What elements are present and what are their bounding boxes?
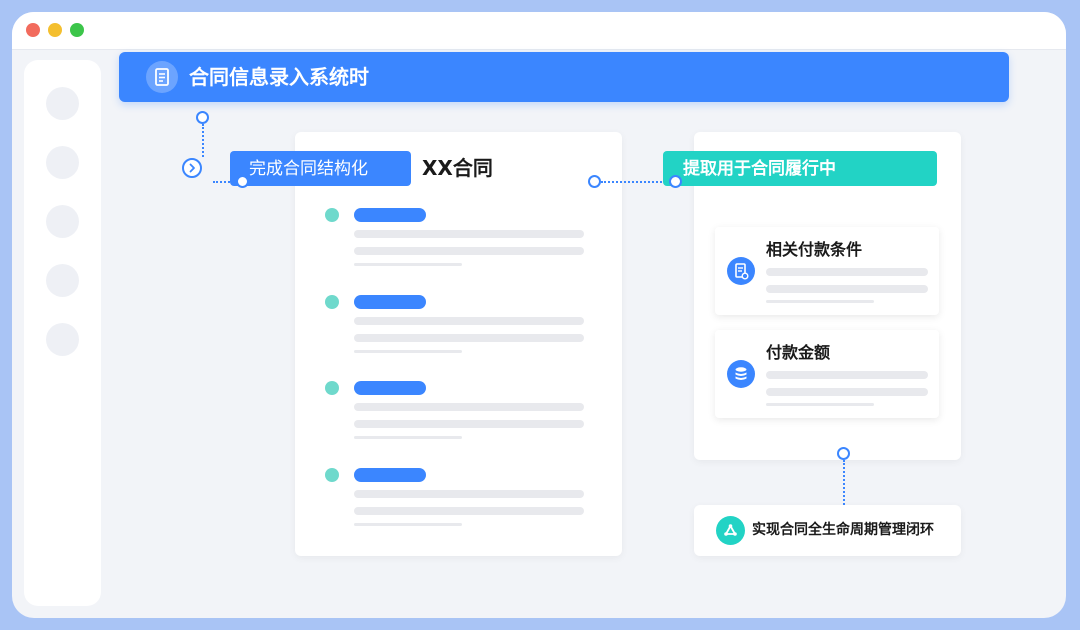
text-line-placeholder xyxy=(766,371,928,379)
maximize-window-button[interactable] xyxy=(70,23,84,37)
header-banner: 合同信息录入系统时 xyxy=(119,52,1009,102)
text-line-placeholder xyxy=(354,436,462,439)
section-marker xyxy=(325,381,339,395)
text-line-placeholder xyxy=(354,490,584,498)
section-heading-placeholder xyxy=(354,468,426,482)
sidebar-item[interactable] xyxy=(46,205,79,238)
sidebar-item[interactable] xyxy=(46,323,79,356)
sidebar-item[interactable] xyxy=(46,146,79,179)
banner-title: 合同信息录入系统时 xyxy=(189,65,369,89)
text-line-placeholder xyxy=(766,388,928,396)
payment-amount-title: 付款金额 xyxy=(766,343,831,362)
section-marker xyxy=(325,208,339,222)
structure-tag: 完成合同结构化 xyxy=(230,151,411,186)
chevron-right-icon xyxy=(189,163,195,173)
text-line-placeholder xyxy=(354,263,462,266)
expand-button[interactable] xyxy=(182,158,202,178)
lifecycle-closure-card[interactable]: 实现合同全生命周期管理闭环 xyxy=(694,505,961,556)
minimize-window-button[interactable] xyxy=(48,23,62,37)
text-line-placeholder xyxy=(766,300,874,303)
section-heading-placeholder xyxy=(354,381,426,395)
text-line-placeholder xyxy=(354,507,584,515)
document-icon xyxy=(146,61,178,93)
extract-tag-label: 提取用于合同履行中 xyxy=(683,159,836,179)
section-heading-placeholder xyxy=(354,295,426,309)
lifecycle-closure-text: 实现合同全生命周期管理闭环 xyxy=(752,522,934,538)
extract-tag: 提取用于合同履行中 xyxy=(663,151,937,186)
title-bar xyxy=(12,12,1066,50)
payment-conditions-title: 相关付款条件 xyxy=(766,240,863,259)
coin-stack-icon xyxy=(727,360,755,388)
text-line-placeholder xyxy=(354,523,462,526)
connector-line xyxy=(601,181,669,183)
sidebar-item[interactable] xyxy=(46,87,79,120)
close-window-button[interactable] xyxy=(26,23,40,37)
text-line-placeholder xyxy=(354,317,584,325)
text-line-placeholder xyxy=(766,403,874,406)
connector-line xyxy=(843,460,845,508)
text-line-placeholder xyxy=(354,350,462,353)
connector-node xyxy=(837,447,850,460)
text-line-placeholder xyxy=(354,403,584,411)
connector-node xyxy=(236,175,249,188)
connector-node xyxy=(588,175,601,188)
text-line-placeholder xyxy=(354,334,584,342)
payment-conditions-card[interactable]: 相关付款条件 xyxy=(715,227,939,315)
text-line-placeholder xyxy=(354,247,584,255)
section-marker xyxy=(325,468,339,482)
connector-node xyxy=(196,111,209,124)
section-marker xyxy=(325,295,339,309)
text-line-placeholder xyxy=(766,268,928,276)
document-title: XX合同 xyxy=(422,156,493,180)
text-line-placeholder xyxy=(354,420,584,428)
recycle-icon xyxy=(716,516,745,545)
document-settings-icon xyxy=(727,257,755,285)
structure-tag-label: 完成合同结构化 xyxy=(249,159,368,179)
text-line-placeholder xyxy=(354,230,584,238)
sidebar-item[interactable] xyxy=(46,264,79,297)
text-line-placeholder xyxy=(766,285,928,293)
sidebar xyxy=(24,60,101,606)
section-heading-placeholder xyxy=(354,208,426,222)
contract-document-card xyxy=(295,132,622,556)
connector-line xyxy=(202,124,204,157)
connector-node xyxy=(669,175,682,188)
payment-amount-card[interactable]: 付款金额 xyxy=(715,330,939,418)
